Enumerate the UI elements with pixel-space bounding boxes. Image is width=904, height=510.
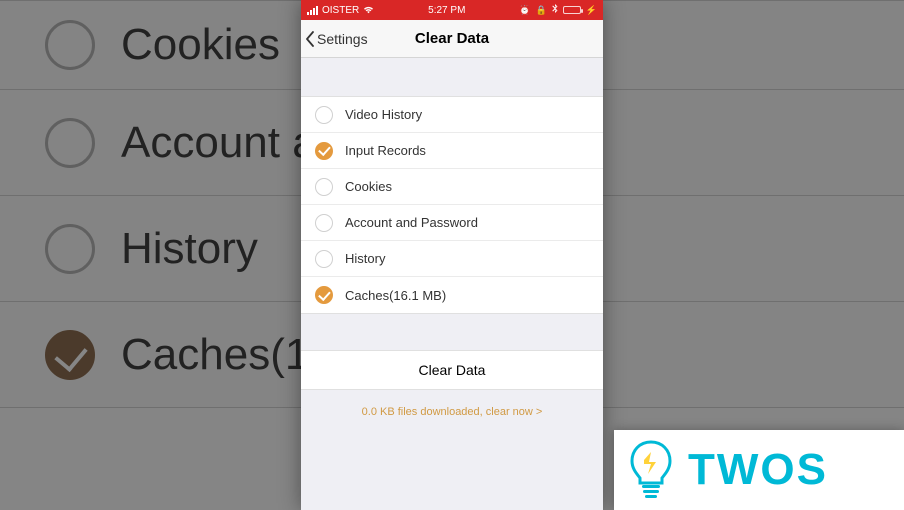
signal-icon [307,6,318,15]
radio-unchecked-icon [315,178,333,196]
action-section: Clear Data 0.0 KB files downloaded, clea… [301,350,603,418]
option-history[interactable]: History [301,241,603,277]
bg-row-label: History [121,224,258,274]
status-time: 5:27 PM [428,5,465,16]
nav-bar: Settings Clear Data [301,20,603,58]
radio-checked-icon [315,286,333,304]
option-label: Cookies [345,179,392,194]
radio-unchecked-icon [315,214,333,232]
logo-banner: TWOS [614,430,904,510]
option-label: Account and Password [345,215,478,230]
radio-checked-icon [315,142,333,160]
radio-unchecked-icon [315,250,333,268]
orientation-lock-icon: 🔒 [536,5,547,16]
option-label: Caches(16.1 MB) [345,288,446,303]
battery-icon [563,6,581,14]
radio-unchecked-icon [45,118,95,168]
radio-unchecked-icon [45,224,95,274]
wifi-icon [363,5,374,16]
back-button[interactable]: Settings [305,31,415,47]
section-gap [301,58,603,96]
clear-data-label: Clear Data [419,362,486,378]
option-label: Input Records [345,143,426,158]
option-input-records[interactable]: Input Records [301,133,603,169]
chevron-left-icon [305,31,315,47]
back-label: Settings [317,31,368,47]
radio-checked-icon [45,330,95,380]
radio-unchecked-icon [45,20,95,70]
radio-unchecked-icon [315,106,333,124]
option-caches[interactable]: Caches(16.1 MB) [301,277,603,313]
option-cookies[interactable]: Cookies [301,169,603,205]
clear-data-options: Video History Input Records Cookies Acco… [301,96,603,314]
page-title: Clear Data [415,30,489,47]
bluetooth-icon [552,4,558,16]
phone-screen: OISTER 5:27 PM ⏰ 🔒 ⚡ Settings Clear Data [301,0,603,510]
option-account-password[interactable]: Account and Password [301,205,603,241]
status-right: ⏰ 🔒 ⚡ [519,4,597,16]
option-label: Video History [345,107,422,122]
clear-data-button[interactable]: Clear Data [301,350,603,390]
lightbulb-icon [626,438,676,502]
alarm-icon: ⏰ [519,5,530,16]
status-left: OISTER [307,5,374,16]
downloaded-files-link[interactable]: 0.0 KB files downloaded, clear now > [301,390,603,418]
bg-row-label: Cookies [121,20,280,70]
carrier-label: OISTER [322,5,359,16]
option-label: History [345,251,385,266]
status-bar: OISTER 5:27 PM ⏰ 🔒 ⚡ [301,0,603,20]
logo-text: TWOS [688,445,828,495]
charging-icon: ⚡ [586,5,597,16]
option-video-history[interactable]: Video History [301,97,603,133]
